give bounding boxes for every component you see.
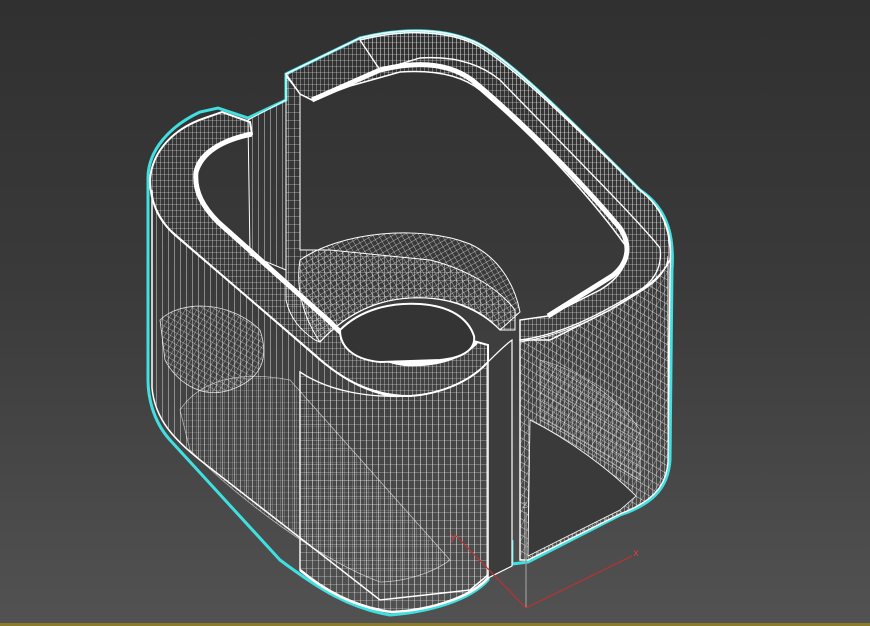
gizmo-label-z: z	[522, 500, 527, 511]
gizmo-label-x: x	[633, 548, 639, 559]
gizmo-label-y: y	[450, 532, 456, 543]
left-post	[247, 99, 287, 271]
left-cylinder-face	[299, 360, 489, 613]
gizmo-axis-x[interactable]	[525, 555, 633, 609]
floor-opening	[338, 302, 476, 364]
slot-gap	[487, 338, 513, 579]
wireframe-scene[interactable]: z x y	[0, 0, 870, 626]
perspective-viewport[interactable]: z x y	[0, 0, 870, 626]
